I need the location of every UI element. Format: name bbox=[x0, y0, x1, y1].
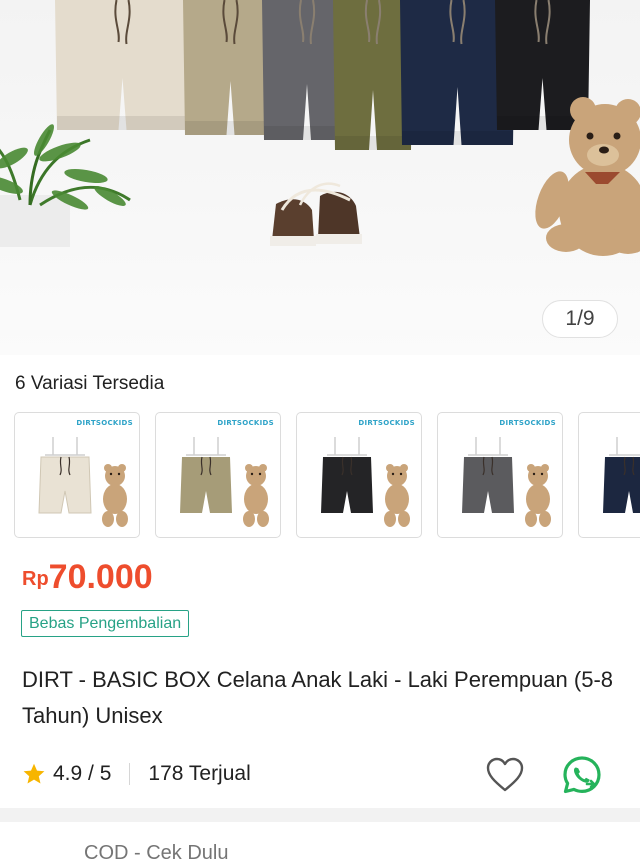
variant-shorts bbox=[180, 457, 232, 513]
image-counter: 1/9 bbox=[542, 300, 618, 338]
variant-image bbox=[603, 437, 640, 513]
variant-thumbnail[interactable]: DIRTSOCKIDS bbox=[14, 412, 140, 538]
variant-shorts bbox=[321, 457, 373, 513]
variant-list: DIRTSOCKIDS DIRTSOCKIDS DIRTSOCKIDS DIRTSOC… bbox=[14, 412, 640, 539]
product-photo bbox=[0, 0, 640, 256]
teddy-bear-icon bbox=[384, 464, 410, 527]
rating-value: 4.9 / 5 bbox=[53, 762, 112, 785]
product-title: DIRT - BASIC BOX Celana Anak Laki - Laki… bbox=[22, 667, 614, 728]
shorts-cuff bbox=[402, 131, 513, 145]
free-return-badge[interactable]: Bebas Pengembalian bbox=[21, 610, 190, 637]
price-amount: 70.000 bbox=[48, 558, 153, 596]
divider bbox=[129, 763, 131, 785]
price-currency: Rp bbox=[22, 568, 49, 590]
shorts-cuff bbox=[57, 116, 188, 130]
variant-image bbox=[462, 437, 551, 527]
cod-info-peek: COD - Cek Dulu bbox=[84, 842, 229, 864]
shorts-row bbox=[55, 0, 590, 150]
plant-icon bbox=[0, 124, 131, 247]
sold-count: 178 Terjual bbox=[148, 762, 251, 785]
whatsapp-share-icon[interactable] bbox=[561, 754, 603, 796]
shorts-cuff bbox=[185, 121, 276, 135]
teddy-bear-icon bbox=[525, 464, 551, 527]
teddy-bear-icon bbox=[243, 464, 269, 527]
price: Rp70.000 bbox=[22, 558, 153, 597]
variant-image bbox=[321, 437, 410, 527]
teddy-bear-icon bbox=[102, 464, 128, 527]
variant-thumbnail[interactable]: DIRTSOCKIDS bbox=[437, 412, 563, 538]
section-separator bbox=[0, 808, 640, 822]
variant-image bbox=[180, 437, 269, 527]
variant-thumbnail[interactable]: DIRTSOCKIDS bbox=[296, 412, 422, 538]
variant-shorts bbox=[38, 456, 92, 514]
variant-thumbnail[interactable]: DIRTSOCKIDS bbox=[155, 412, 281, 538]
shorts-cuff bbox=[335, 136, 411, 150]
variant-image bbox=[38, 437, 128, 527]
product-image-gallery[interactable]: 1/9 bbox=[0, 0, 640, 355]
variant-shorts bbox=[462, 457, 514, 513]
shoes-icon bbox=[270, 182, 362, 246]
star-icon bbox=[23, 763, 45, 784]
variant-thumbnail[interactable]: DIRTSOCKIDS bbox=[578, 412, 640, 538]
rating-row[interactable]: 4.9 / 5 178 Terjual bbox=[22, 757, 251, 791]
shorts-cream bbox=[55, 0, 190, 130]
wishlist-heart-icon[interactable] bbox=[485, 756, 525, 794]
variant-shorts bbox=[603, 457, 640, 513]
variants-title: 6 Variasi Tersedia bbox=[15, 373, 165, 394]
